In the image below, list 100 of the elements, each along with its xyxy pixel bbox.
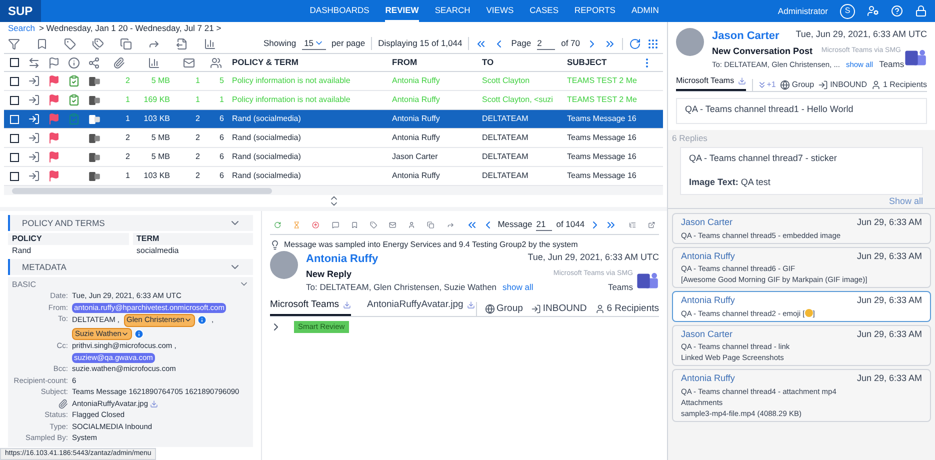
group-icon [484, 304, 494, 314]
column-header[interactable]: POLICY & TERM [228, 56, 388, 69]
row-checkbox[interactable] [10, 172, 18, 180]
horizontal-scrollbar[interactable] [4, 186, 663, 195]
nav-tab[interactable]: REVIEW [385, 0, 419, 22]
table-cell-text: 2 [194, 151, 201, 163]
table-cell-text: 103 KB [142, 113, 171, 125]
content-tab[interactable]: Microsoft Teams [676, 74, 746, 91]
content-tab[interactable]: Microsoft Teams [270, 298, 351, 316]
table-cell-text: Antonia Ruffy [391, 113, 441, 125]
show-all-link[interactable]: show all [502, 281, 534, 294]
table-cell-text: 1 [124, 113, 131, 125]
nav-tab[interactable]: CASES [530, 0, 558, 22]
table-cell-text: Rand (socialmedia) [231, 151, 302, 163]
chart-icon[interactable] [204, 38, 216, 50]
select-all-checkbox[interactable] [10, 58, 18, 67]
sender-name[interactable]: Jason Carter [712, 28, 780, 44]
reviewed-icon [68, 94, 80, 106]
info-icon [68, 56, 80, 68]
double-chevron-icon [756, 80, 767, 90]
table-cell-text: 6 [218, 170, 225, 182]
reviewed-icon [68, 75, 80, 87]
copy-icon[interactable] [120, 38, 132, 50]
nav-tab[interactable]: DASHBOARDS [310, 0, 370, 22]
user-settings-icon[interactable] [867, 5, 879, 17]
paperclip-icon [113, 56, 125, 68]
direction-icon [28, 56, 40, 68]
refresh-icon[interactable] [629, 38, 641, 50]
download-icon [342, 300, 351, 309]
tag-icon[interactable] [370, 218, 378, 230]
nav-tab[interactable]: VIEWS [486, 0, 514, 22]
image-text: Image Text: QA test [689, 176, 772, 189]
reply-author: Antonia Ruffy [681, 294, 735, 307]
inbound-icon [28, 151, 40, 163]
flag-icon [48, 151, 60, 163]
replies-count: 6 Replies [671, 132, 708, 145]
displaying-count: Displaying 15 of 1,044 [378, 37, 470, 50]
table-cell-text: 6 [218, 113, 225, 125]
message-date: Tue, Jun 29, 2021, 6:33 AM UTC [796, 28, 927, 41]
column-header[interactable]: FROM [388, 56, 478, 69]
export-icon[interactable] [176, 38, 188, 50]
avatar [270, 251, 298, 279]
section-header[interactable]: METADATA [8, 259, 253, 275]
recipients-icon [870, 80, 881, 90]
content-tab[interactable]: AntoniaRuffyAvatar.jpg [366, 298, 476, 316]
column-header: POLICY [8, 233, 128, 245]
column-header[interactable]: SUBJECT [563, 56, 641, 69]
table-cell-text: 6 [218, 132, 225, 144]
tag-icon[interactable] [64, 38, 76, 50]
meta-label: INBOUND [830, 78, 867, 91]
row-checkbox[interactable] [10, 134, 18, 142]
app-logo[interactable]: SUP [0, 0, 41, 22]
download-icon[interactable] [150, 400, 158, 408]
page-input[interactable]: 2 [537, 36, 556, 50]
table-cell-text: Scott Clayton [481, 75, 531, 87]
breadcrumb-link[interactable]: Search [8, 22, 35, 34]
table-cell-text: 1 [194, 75, 201, 87]
nav-tab[interactable]: ADMIN [631, 0, 659, 22]
section-header[interactable]: POLICY AND TERMS [8, 215, 253, 231]
row-checkbox[interactable] [10, 76, 18, 86]
user-name[interactable]: Administrator [778, 4, 828, 18]
column-header: TERM [132, 233, 253, 245]
bookmark-icon[interactable] [36, 38, 48, 50]
message-row[interactable]: 1 103 KB 2 6 Rand (socialmedia) Antonia Ruffy DELTATEAM Teams Message 16 [4, 110, 663, 129]
column-header[interactable]: TO [478, 56, 563, 69]
table-cell-text: 1 [124, 170, 131, 182]
per-page-select[interactable]: 15 [302, 36, 326, 50]
inbound-icon [530, 304, 541, 314]
flag-icon [48, 113, 60, 125]
nav-tab[interactable]: REPORTS [574, 0, 616, 22]
escalate-icon[interactable] [312, 218, 320, 230]
filter-icon[interactable] [8, 38, 20, 50]
table-cell-text: Teams Message 16 [566, 113, 638, 125]
table-cell-text: 2 [194, 113, 201, 125]
mail-icon [183, 56, 195, 68]
reply-time: Jun 29, 6:33 AM [856, 294, 922, 307]
info-icon[interactable] [197, 315, 208, 326]
message-subject: New Conversation Post [712, 44, 813, 58]
flag-icon [48, 132, 60, 144]
size-icon [148, 56, 160, 68]
breadcrumb-text: > Wednesday, Jan 1 20 - Wednesday, Jul 7 21 > [38, 22, 222, 34]
nav-tab[interactable]: SEARCH [434, 0, 470, 22]
column-grid-icon[interactable] [647, 38, 659, 50]
table-cell-text: DELTATEAM [481, 170, 530, 182]
user-avatar[interactable]: S [840, 4, 855, 18]
row-checkbox[interactable] [10, 96, 18, 104]
tags-icon[interactable] [92, 38, 104, 50]
copy-icon[interactable] [427, 218, 435, 230]
table-cell-text: Antonia Ruffy [391, 170, 441, 182]
reply-author: Antonia Ruffy [681, 250, 735, 263]
message-number-input[interactable]: 21 [536, 218, 552, 232]
download-icon [738, 76, 746, 85]
reply-text: QA - Teams channel thread7 - sticker [689, 152, 838, 165]
row-checkbox[interactable] [10, 152, 18, 162]
sender-name[interactable]: Antonia Ruffy [306, 251, 378, 268]
avatar [676, 28, 704, 56]
table-cell-text: 6 [218, 151, 225, 163]
lock-icon[interactable] [915, 5, 927, 17]
info-icon[interactable] [134, 328, 144, 339]
help-icon[interactable] [891, 5, 903, 17]
